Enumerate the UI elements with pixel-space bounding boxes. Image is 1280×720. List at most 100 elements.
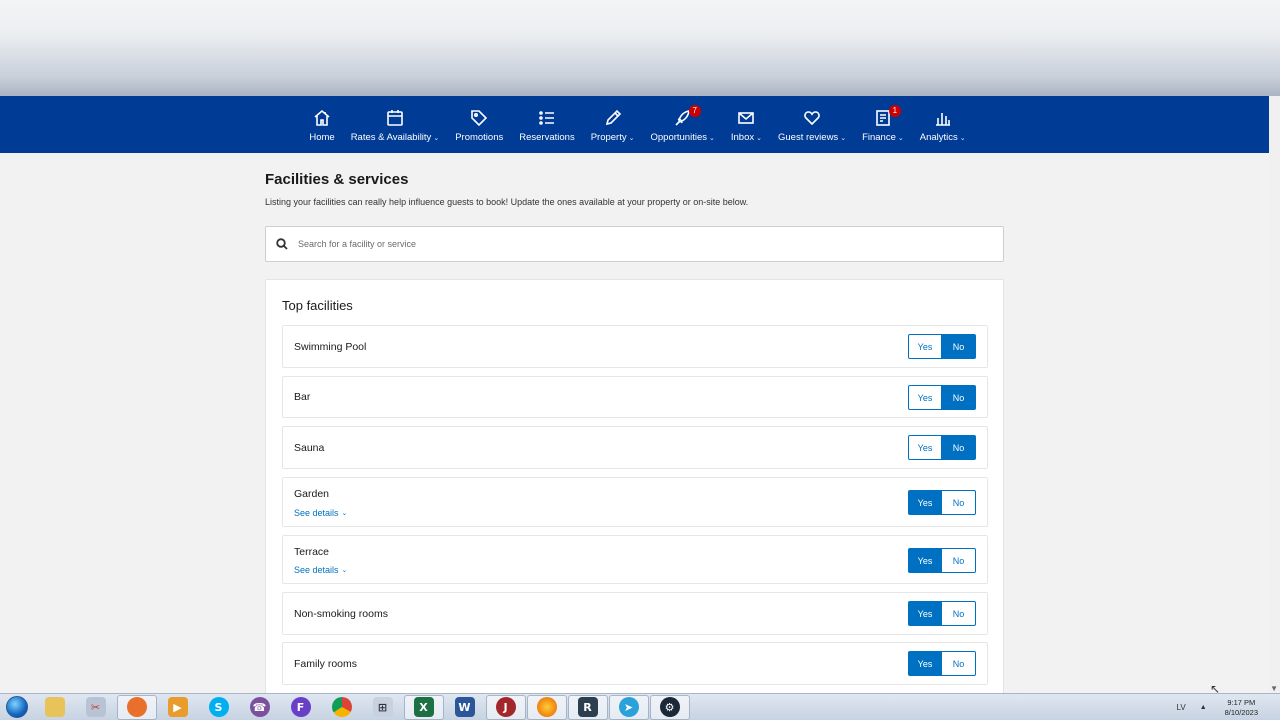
top-navigation: Home Rates & Availability ⌄ Promotions Re… [0,96,1269,153]
taskbar-skype[interactable]: S [199,695,239,720]
taskbar-word[interactable]: W [445,695,485,720]
start-button[interactable] [0,694,34,720]
chevron-down-icon: ⌄ [897,134,904,142]
yes-button[interactable]: Yes [908,490,942,515]
yes-no-toggle: Yes No [908,334,976,359]
tag-icon [471,110,488,127]
no-button[interactable]: No [942,651,976,676]
facility-search-box[interactable] [265,226,1004,262]
nav-label: Home [309,132,335,143]
nav-inbox[interactable]: Inbox ⌄ [723,96,770,153]
chevron-down-icon: ⌄ [709,134,715,142]
tray-expand-icon[interactable]: ▲ [1200,704,1207,711]
chevron-down-icon: ⌄ [628,134,635,142]
nav-analytics[interactable]: Analytics ⌄ [912,96,974,153]
taskbar-chrome[interactable] [322,695,362,720]
calculator-icon: ⊞ [372,697,393,717]
yes-button[interactable]: Yes [908,435,942,460]
nav-promotions[interactable]: Promotions [447,96,511,153]
taskbar-steam[interactable]: ⚙ [649,694,690,720]
yes-button[interactable]: Yes [908,651,942,676]
taskbar-viber[interactable]: ☎ [240,695,280,720]
taskbar-explorer[interactable] [35,695,75,720]
no-button[interactable]: No [942,490,976,515]
steam-icon: ⚙ [659,697,680,717]
taskbar-calculator[interactable]: ⊞ [363,695,403,720]
nav-finance[interactable]: 1 Finance ⌄ [854,96,912,153]
see-details-label: See details [294,565,339,575]
chevron-down-icon: ⌄ [756,134,762,142]
chrome-icon [331,697,352,717]
taskbar-snipping-tool[interactable]: ✂ [76,695,116,720]
notification-badge: 7 [688,105,701,117]
facility-name: Terrace [294,546,330,558]
yes-button[interactable]: Yes [908,548,942,573]
nav-property[interactable]: Property ⌄ [583,96,643,153]
no-button[interactable]: No [942,334,976,359]
viber-icon: ☎ [249,697,270,717]
firefox-icon [536,697,557,717]
nav-reservations[interactable]: Reservations [511,96,582,153]
yes-button[interactable]: Yes [908,385,942,410]
scroll-down-arrow-icon[interactable]: ▼ [1270,684,1278,693]
facility-row-terrace: Terrace See details ⌄ Yes No [282,535,988,584]
facility-row-sauna: Sauna Yes No [282,426,988,469]
calendar-icon [387,110,403,126]
page-scrollbar[interactable] [1269,96,1280,693]
no-button[interactable]: No [942,385,976,410]
no-button[interactable]: No [942,435,976,460]
nav-opportunities[interactable]: 7 Opportunities ⌄ [642,96,722,153]
taskbar-browser[interactable] [116,694,157,720]
taskbar-firefox[interactable] [526,694,567,720]
app-icon: J [495,697,516,717]
see-details-link[interactable]: See details ⌄ [294,565,347,575]
top-facilities-card: Top facilities Swimming Pool Yes No Bar … [265,279,1004,699]
search-input[interactable] [298,239,948,249]
language-indicator[interactable]: LV [1176,703,1185,712]
scissors-icon: ✂ [85,697,106,717]
skype-icon: S [208,697,229,717]
chevron-down-icon: ⌄ [840,134,847,142]
nav-home[interactable]: Home [301,96,342,153]
nav-label: Inbox [730,132,755,143]
taskbar-fiverr[interactable]: F [281,695,321,720]
no-button[interactable]: No [942,548,976,573]
yes-no-toggle: Yes No [908,651,976,676]
taskbar-media-player[interactable]: ▶ [158,695,198,720]
taskbar-excel[interactable]: X [403,694,444,720]
yes-no-toggle: Yes No [908,548,976,573]
yes-button[interactable]: Yes [908,334,942,359]
yes-button[interactable]: Yes [908,601,942,626]
search-icon [276,238,288,250]
taskbar-remote-app[interactable]: R [567,694,608,720]
yes-no-toggle: Yes No [908,601,976,626]
clock-time: 9:17 PM [1227,697,1256,707]
nav-label: Finance [862,132,896,143]
yes-no-toggle: Yes No [908,435,976,460]
see-details-link[interactable]: See details ⌄ [294,508,347,518]
media-player-icon: ▶ [167,697,188,717]
chevron-down-icon: ⌄ [959,134,966,142]
nav-rates-availability[interactable]: Rates & Availability ⌄ [343,96,448,153]
taskbar-red-app[interactable]: J [485,694,526,720]
no-button[interactable]: No [942,601,976,626]
taskbar-telegram[interactable]: ➤ [608,694,649,720]
envelope-icon [738,112,755,124]
chevron-down-icon: ⌄ [341,567,348,574]
facility-name: Family rooms [294,658,358,670]
nav-guest-reviews[interactable]: Guest reviews ⌄ [770,96,854,153]
clock[interactable]: 9:17 PM 8/10/2023 [1225,698,1258,718]
notification-badge: 1 [888,105,901,117]
chevron-down-icon: ⌄ [433,134,440,142]
remote-app-icon: R [577,697,598,717]
section-title: Top facilities [282,298,353,313]
nav-label: Property [590,132,627,143]
clock-date: 8/10/2023 [1224,707,1258,717]
facility-name: Swimming Pool [294,341,367,353]
page-description: Listing your facilities can really help … [265,197,749,207]
pencil-icon [605,109,621,126]
nav-label: Promotions [455,132,504,143]
bar-chart-icon [935,113,950,126]
word-icon: W [454,697,475,717]
page-title: Facilities & services [265,171,409,188]
